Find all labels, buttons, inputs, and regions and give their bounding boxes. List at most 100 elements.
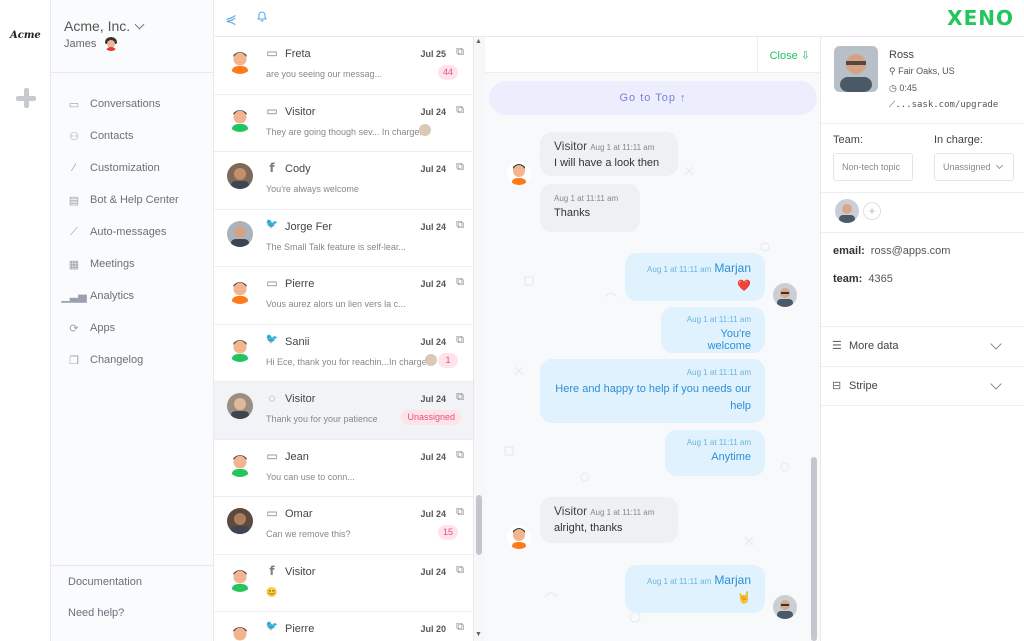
open-external-icon[interactable]: ⧉: [456, 449, 464, 462]
open-external-icon[interactable]: ⧉: [456, 161, 464, 174]
message-preview: Thank you for your patience: [266, 414, 378, 424]
team-label: Team:: [833, 134, 863, 146]
contact-name: Jean: [285, 450, 309, 463]
person-icon: ⚇: [69, 130, 79, 143]
chevron-down-icon: [134, 19, 145, 30]
contact-name: Visitor: [285, 393, 316, 405]
sender-name: Visitor: [554, 139, 588, 153]
nav-item-bot-help-center[interactable]: ▤ Bot & Help Center: [51, 184, 214, 216]
sender-name: Marjan: [714, 261, 751, 275]
open-external-icon[interactable]: ⧉: [456, 564, 464, 577]
open-external-icon[interactable]: ⧉: [456, 506, 464, 519]
contact-avatar: [227, 220, 253, 247]
scroll-down-icon[interactable]: ▼: [475, 631, 482, 638]
chat-scroll-thumb[interactable]: [811, 457, 817, 641]
nav-label: Customization: [90, 162, 160, 174]
main-nav: ▭ Conversations ⚇ Contacts ⁄ Customization …: [51, 88, 214, 376]
conversation-item[interactable]: ▭ Omar Jul 24 ⧉ Can we remove this? 15: [214, 497, 473, 555]
open-external-icon[interactable]: ⧉: [456, 219, 464, 232]
documentation-link[interactable]: Documentation: [68, 576, 142, 588]
chevron-down-icon: [995, 161, 1003, 170]
conversation-item[interactable]: ◌ Visitor Jul 24 ⧉ Thank you for your patien…: [214, 382, 473, 440]
message-time: Aug 1 at 11:11 am: [554, 194, 619, 203]
user-name: James: [64, 38, 97, 50]
message-time: Aug 1 at 11:11 am: [686, 315, 751, 324]
conversation-item[interactable]: f Visitor Jul 24 ⧉ 😊: [214, 555, 473, 612]
team-key: team:: [833, 273, 863, 285]
in-charge-avatar: [425, 353, 437, 366]
org-switcher[interactable]: Acme, Inc.: [64, 18, 145, 34]
conversation-date: Jul 24: [420, 451, 446, 462]
location-text: Fair Oaks, US: [898, 66, 955, 76]
user-avatar: [104, 37, 119, 51]
nav-item-apps[interactable]: ⟳ Apps: [51, 312, 214, 344]
more-data-accordion[interactable]: ☰ More data: [821, 326, 1024, 366]
calendar-icon: ▦: [68, 258, 80, 271]
message-bubble: Aug 1 at 11:11 am Marjan ❤️: [625, 253, 765, 301]
message-text: Anytime: [711, 451, 751, 463]
nav-label: Bot & Help Center: [90, 194, 179, 206]
chat-bubble-icon: ▭: [266, 46, 278, 60]
add-workspace-icon[interactable]: [14, 86, 38, 110]
team-select[interactable]: Non-tech topic: [833, 153, 913, 181]
location-pin-icon: ⚲: [889, 66, 896, 76]
member-avatar[interactable]: [835, 199, 859, 223]
in-charge-select[interactable]: Unassigned: [934, 153, 1014, 181]
collapse-sidebar-icon[interactable]: ⋞: [225, 11, 237, 28]
nav-item-contacts[interactable]: ⚇ Contacts: [51, 120, 214, 152]
visitor-avatar: [507, 525, 531, 549]
conversation-date: Jul 24: [420, 164, 446, 174]
conversation-item[interactable]: 🐦 Pierre Jul 20 ⧉: [214, 612, 473, 641]
email-key: email:: [833, 245, 865, 257]
message-preview: are you seeing our messag...: [266, 69, 383, 79]
close-conversation-button[interactable]: Close ⇩: [770, 49, 810, 62]
open-external-icon[interactable]: ⧉: [456, 621, 464, 634]
conversation-item[interactable]: 🐦 Jorge Fer Jul 24 ⧉ The Small Talk feature …: [214, 210, 473, 267]
bell-icon[interactable]: [256, 10, 268, 22]
help-link[interactable]: Need help?: [68, 607, 124, 619]
conversation-list: ▭ Freta Jul 25 ⧉ are you seeing our messag..…: [214, 37, 473, 641]
nav-label: Changelog: [90, 354, 144, 366]
conversation-item[interactable]: ▭ Visitor Jul 24 ⧉ They are going though sev…: [214, 95, 473, 152]
contact-url[interactable]: ⟋...sask.com/upgrade: [889, 100, 998, 110]
contact-name: Pierre: [285, 278, 315, 290]
conversation-item[interactable]: ▭ Jean Jul 24 ⧉ You can use to conn...: [214, 440, 473, 497]
chat-bubble-icon: ▭: [68, 98, 80, 111]
contact-name: Visitor: [285, 565, 316, 578]
email-value[interactable]: ross@apps.com: [871, 245, 951, 257]
stripe-accordion[interactable]: ⊟ Stripe: [821, 366, 1024, 406]
go-to-top-button[interactable]: Go to Top ↑: [489, 81, 817, 115]
nav-item-customization[interactable]: ⁄ Customization: [51, 152, 214, 184]
workspace-logo[interactable]: Acme: [10, 30, 41, 41]
open-external-icon[interactable]: ⧉: [456, 104, 464, 117]
chat-background-pattern: [504, 151, 790, 623]
conversation-item[interactable]: 🐦 Sanii Jul 24 ⧉ Hi Ece, thank you for reach…: [214, 325, 473, 382]
current-user[interactable]: James: [64, 37, 119, 51]
facebook-icon: f: [269, 563, 275, 578]
nav-item-changelog[interactable]: ❐ Changelog: [51, 344, 214, 376]
message-preview: Can we remove this?: [266, 529, 351, 539]
open-external-icon[interactable]: ⧉: [456, 276, 464, 289]
team-value: Non-tech topic: [842, 162, 901, 172]
nav-item-conversations[interactable]: ▭ Conversations: [51, 88, 214, 120]
open-external-icon[interactable]: ⧉: [456, 391, 464, 404]
members-row: +: [835, 199, 881, 223]
conversation-item[interactable]: f Cody Jul 24 ⧉ You're always welcome: [214, 152, 473, 210]
sidebar: Acme, Inc. James ▭ Conversations ⚇ Contact…: [51, 0, 214, 641]
open-external-icon[interactable]: ⧉: [456, 46, 464, 59]
message-text: ❤️: [737, 280, 751, 292]
nav-item-auto-messages[interactable]: ⟋ Auto-messages: [51, 216, 214, 248]
open-external-icon[interactable]: ⧉: [456, 334, 464, 347]
trend-icon: ⟋: [70, 225, 78, 238]
nav-item-analytics[interactable]: ▁▃▅ Analytics: [51, 280, 214, 312]
pages-icon: ❐: [69, 354, 79, 367]
list-scroll-thumb[interactable]: [476, 495, 482, 555]
conversation-item[interactable]: ▭ Freta Jul 25 ⧉ are you seeing our messag..…: [214, 37, 473, 95]
add-member-icon[interactable]: +: [863, 202, 881, 220]
nav-item-meetings[interactable]: ▦ Meetings: [51, 248, 214, 280]
conversation-date: Jul 24: [420, 509, 446, 519]
message-text: You're welcome: [707, 328, 751, 352]
scroll-up-icon[interactable]: ▲: [475, 38, 482, 45]
conversation-item[interactable]: ▭ Pierre Jul 24 ⧉ Vous aurez alors un lien v…: [214, 267, 473, 325]
message-bubble: Visitor Aug 1 at 11:11 am I will have a …: [540, 132, 678, 176]
